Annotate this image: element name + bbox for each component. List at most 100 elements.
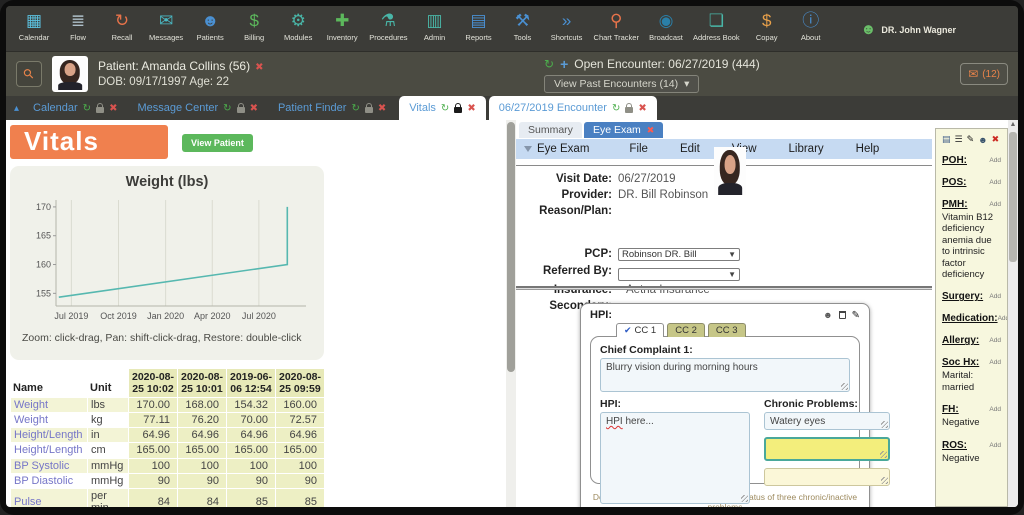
history-section-label[interactable]: Allergy:	[942, 335, 979, 346]
close-icon[interactable]: ✖	[992, 134, 1000, 145]
toolbar-item[interactable]: ⚗ Procedures	[364, 9, 412, 43]
tab[interactable]: Message Center ↻ ✖	[127, 96, 268, 120]
vital-name-link[interactable]: BP Systolic	[11, 459, 87, 473]
refresh-icon[interactable]: ↻	[441, 103, 449, 114]
close-tab-icon[interactable]: ✖	[250, 103, 258, 114]
add-encounter-icon[interactable]: +	[560, 59, 568, 69]
person-icon[interactable]: ☻	[978, 135, 987, 145]
chronic-problem-textarea[interactable]: Watery eyes	[764, 412, 890, 430]
add-link[interactable]: Add	[989, 293, 1001, 300]
history-section-label[interactable]: Medication:	[942, 313, 998, 324]
chief-complaint-textarea[interactable]: Blurry vision during morning hours	[600, 358, 850, 392]
history-section-label[interactable]: FH:	[942, 404, 959, 415]
toolbar-item[interactable]: ▥ Admin	[413, 9, 457, 43]
view-patient-button[interactable]: View Patient	[182, 134, 253, 152]
add-link[interactable]: Add	[989, 179, 1001, 186]
tab[interactable]: 06/27/2019 Encounter ↻ ✖	[489, 96, 657, 120]
scrollbar-thumb[interactable]	[1009, 132, 1017, 262]
scrollbar-thumb[interactable]	[507, 122, 515, 372]
add-link[interactable]: Add	[989, 442, 1001, 449]
cc-tab[interactable]: ✔ CC 1	[616, 323, 664, 337]
vital-name-link[interactable]: Weight	[11, 413, 87, 427]
refresh-icon[interactable]: ↻	[351, 103, 359, 114]
toolbar-item[interactable]: ▦ Calendar	[12, 9, 56, 43]
open-encounter-label[interactable]: Open Encounter: 06/27/2019 (444)	[574, 57, 759, 71]
vital-name-link[interactable]: Height/Length	[11, 428, 87, 442]
hpi-textarea[interactable]: HPI here...	[600, 412, 750, 504]
history-section-label[interactable]: PMH:	[942, 199, 968, 210]
close-tab-icon[interactable]: ✖	[378, 103, 386, 114]
menu-item[interactable]: Help	[856, 143, 880, 155]
history-section-label[interactable]: POS:	[942, 177, 966, 188]
close-tab-icon[interactable]: ✖	[467, 103, 475, 114]
add-link[interactable]: Add	[989, 201, 1001, 208]
patient-search-button[interactable]: ⚲	[16, 61, 42, 87]
toolbar-item[interactable]: ☻ Patients	[188, 9, 232, 43]
close-tab-icon[interactable]: ✖	[109, 103, 117, 114]
toolbar-item[interactable]: ◉ Broadcast	[644, 9, 688, 43]
referred-by-select[interactable]: ▼	[618, 268, 740, 281]
tab[interactable]: Patient Finder ↻ ✖	[268, 96, 396, 120]
refresh-encounter-icon[interactable]: ↻	[544, 57, 554, 71]
lock-icon[interactable]	[365, 107, 373, 113]
messages-button[interactable]: ✉ (12)	[960, 63, 1008, 85]
lock-icon[interactable]	[96, 107, 104, 113]
toolbar-item[interactable]: $ Copay	[745, 9, 789, 43]
add-link[interactable]: Add	[989, 406, 1001, 413]
pcp-select[interactable]: Robinson DR. Bill▼	[618, 248, 740, 261]
toolbar-item[interactable]: ≣ Flow	[56, 9, 100, 43]
close-tab-icon[interactable]: ✖	[647, 125, 655, 136]
close-tab-icon[interactable]: ✖	[638, 103, 646, 114]
cc-tab[interactable]: ✔ CC 2	[667, 323, 705, 337]
cc-tab[interactable]: ✔ CC 3	[708, 323, 746, 337]
vital-name-link[interactable]: Pulse	[11, 489, 87, 507]
encounter-tab[interactable]: Eye Exam ✖	[584, 122, 663, 138]
toolbar-item[interactable]: ⚒ Tools	[501, 9, 545, 43]
trash-icon[interactable]	[839, 311, 846, 319]
encounter-tab[interactable]: Summary ✖	[519, 122, 582, 138]
toolbar-item[interactable]: ⚲ Chart Tracker	[589, 9, 644, 43]
refresh-icon[interactable]: ↻	[612, 103, 620, 114]
add-link[interactable]: Add	[989, 337, 1001, 344]
toolbar-item[interactable]: ⓘ About	[789, 9, 833, 43]
vital-name-link[interactable]: BP Diastolic	[11, 474, 87, 488]
add-link[interactable]: Add	[998, 315, 1008, 322]
current-user[interactable]: ☻ DR. John Wagner	[861, 21, 1012, 38]
tab[interactable]: Vitals ↻ ✖	[399, 96, 485, 120]
pencil-icon[interactable]: ✎	[852, 310, 860, 321]
menu-item[interactable]: Edit	[680, 143, 700, 155]
add-link[interactable]: Add	[989, 359, 1001, 366]
filter-icon[interactable]	[524, 146, 532, 152]
vital-name-link[interactable]: Height/Length	[11, 443, 87, 457]
stack-icon[interactable]: ☰	[955, 134, 963, 145]
collapse-arrow-icon[interactable]: ▴	[14, 103, 19, 114]
patient-photo[interactable]	[52, 56, 88, 92]
toolbar-item[interactable]: ⚙ Modules	[276, 9, 320, 43]
left-pane-scrollbar[interactable]	[506, 120, 516, 507]
weight-chart[interactable]: Jul 2019Oct 2019Jan 2020Apr 2020Jul 2020…	[16, 192, 316, 328]
chronic-problem-textarea[interactable]	[764, 437, 890, 461]
history-section-label[interactable]: Soc Hx:	[942, 357, 979, 368]
person-icon[interactable]: ☻	[823, 310, 832, 320]
scroll-up-icon[interactable]: ▲	[1008, 120, 1018, 130]
lock-icon[interactable]	[237, 107, 245, 113]
lock-icon[interactable]	[454, 107, 462, 113]
pencil-icon[interactable]: ✎	[967, 134, 975, 145]
toolbar-item[interactable]: $ Billing	[232, 9, 276, 43]
toolbar-item[interactable]: ✉ Messages	[144, 9, 188, 43]
document-icon[interactable]: ▤	[942, 134, 951, 145]
toolbar-item[interactable]: ✚ Inventory	[320, 9, 364, 43]
refresh-icon[interactable]: ↻	[83, 103, 91, 114]
history-section-label[interactable]: Surgery:	[942, 291, 983, 302]
history-section-label[interactable]: POH:	[942, 155, 967, 166]
menu-item[interactable]: Library	[789, 143, 824, 155]
chronic-problem-textarea[interactable]	[764, 468, 890, 486]
add-link[interactable]: Add	[989, 157, 1001, 164]
toolbar-item[interactable]: ▤ Reports	[457, 9, 501, 43]
close-patient-icon[interactable]: ✖	[255, 62, 263, 73]
history-section-label[interactable]: ROS:	[942, 440, 967, 451]
menu-item[interactable]: File	[629, 143, 648, 155]
view-past-encounters-button[interactable]: View Past Encounters (14) ▾	[544, 75, 699, 93]
tab[interactable]: Calendar ↻ ✖	[23, 96, 127, 120]
right-pane-scrollbar[interactable]: ▲	[1008, 120, 1018, 507]
